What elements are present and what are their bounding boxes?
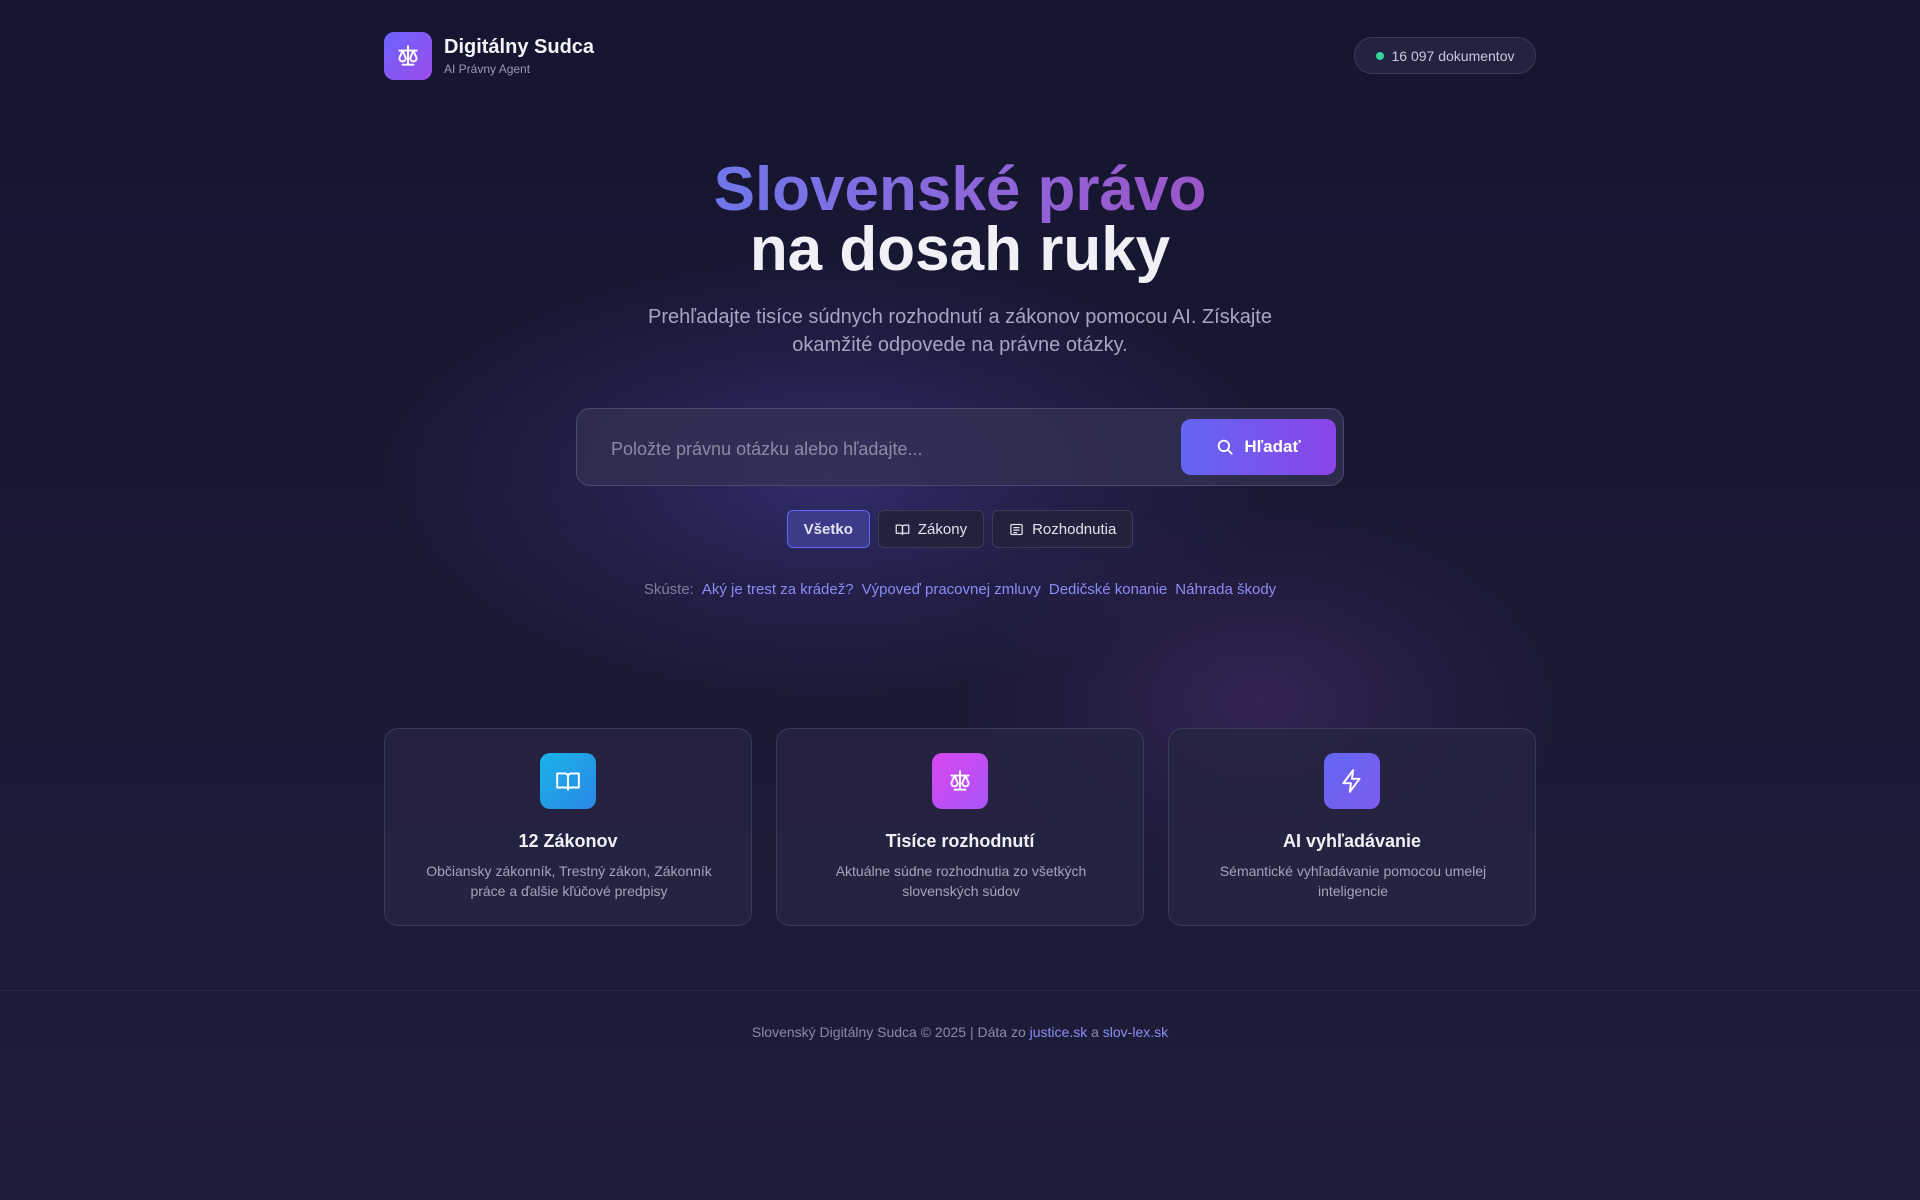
suggestion-link[interactable]: Výpoveď pracovnej zmluvy [862, 580, 1041, 600]
app-subtitle: AI Právny Agent [444, 62, 531, 76]
feature-card-ai-search: AI vyhľadávanie Sémantické vyhľadávanie … [1168, 728, 1536, 926]
footer: Slovenský Digitálny Sudca © 2025 | Dáta … [0, 1022, 1920, 1042]
card-description: Občiansky zákonník, Trestný zákon, Zákon… [426, 863, 712, 899]
tab-all[interactable]: Všetko [786, 510, 870, 548]
feature-card-laws: 12 Zákonov Občiansky zákonník, Trestný z… [384, 728, 752, 926]
search-button-label: Hľadať [1244, 437, 1301, 456]
scales-icon [384, 32, 432, 80]
scales-icon [932, 753, 988, 809]
card-title: Tisíce rozhodnutí [885, 831, 1035, 851]
suggestions-label: Skúste: [643, 581, 694, 598]
status-dot-icon [1375, 51, 1384, 60]
footer-text: Slovenský Digitálny Sudca © 2025 | Dáta … [751, 1024, 1026, 1040]
footer-conjunction: a [1091, 1024, 1099, 1040]
tab-all-label: Všetko [803, 520, 853, 538]
footer-link-slov-lex[interactable]: slov-lex.sk [1103, 1024, 1168, 1040]
search-icon [1218, 439, 1234, 455]
document-count-text: 16 097 dokumentov [1391, 47, 1515, 64]
card-title: AI vyhľadávanie [1283, 831, 1421, 851]
document-icon [1010, 523, 1023, 535]
suggestion-link[interactable]: Náhrada škody [1175, 580, 1276, 600]
logo[interactable]: Digitálny Sudca AI Právny Agent [384, 32, 594, 80]
tab-laws[interactable]: Zákony [877, 510, 985, 548]
hero-subtitle: Prehľadajte tisíce súdnych rozhodnutí a … [648, 306, 1272, 356]
filter-tabs: Všetko Zákony Rozhodnutia [0, 510, 1920, 548]
tab-decisions-label: Rozhodnutia [1032, 520, 1117, 538]
tab-laws-label: Zákony [917, 520, 968, 538]
app-title: Digitálny Sudca [444, 36, 595, 58]
hero-title-line2: na dosah ruky [749, 215, 1171, 284]
search-button[interactable]: Hľadať [1181, 419, 1336, 475]
feature-card-decisions: Tisíce rozhodnutí Aktuálne súdne rozhodn… [776, 728, 1144, 926]
search-bar: Hľadať [576, 408, 1344, 486]
tab-decisions[interactable]: Rozhodnutia [992, 510, 1134, 548]
suggestion-link[interactable]: Aký je trest za krádež? [702, 580, 854, 600]
card-description: Aktuálne súdne rozhodnutia zo všetkých s… [835, 863, 1087, 899]
book-icon [895, 524, 910, 535]
footer-divider [0, 990, 1920, 991]
lightning-icon [1324, 753, 1380, 809]
card-description: Sémantické vyhľadávanie pomocou umelej i… [1219, 863, 1487, 899]
suggestion-link[interactable]: Dedičské konanie [1049, 580, 1167, 600]
book-icon [540, 753, 596, 809]
card-title: 12 Zákonov [518, 831, 618, 851]
suggestions: Skúste: Aký je trest za krádež? Výpoveď … [0, 580, 1920, 600]
document-count-badge: 16 097 dokumentov [1354, 37, 1536, 74]
search-input[interactable] [609, 431, 1133, 467]
footer-link-justice[interactable]: justice.sk [1030, 1024, 1088, 1040]
